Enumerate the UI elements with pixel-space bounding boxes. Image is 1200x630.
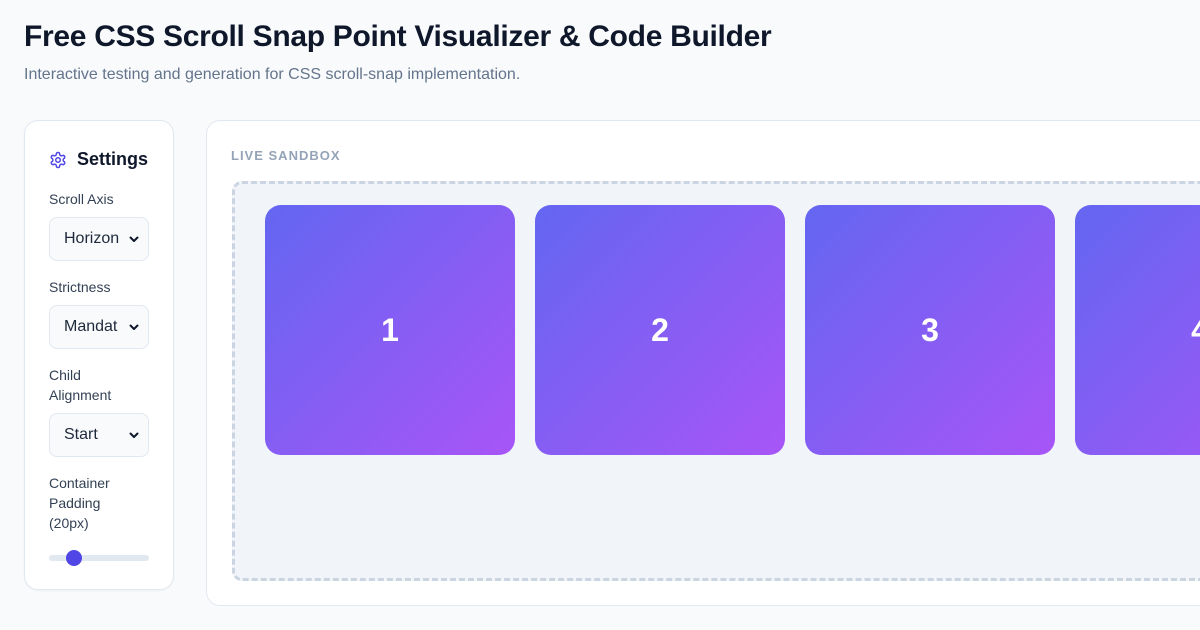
snap-card[interactable]: 2 (535, 205, 785, 455)
child-alignment-label-line2: Alignment (49, 387, 112, 403)
page: Free CSS Scroll Snap Point Visualizer & … (0, 0, 1200, 630)
chevron-down-icon (129, 324, 139, 330)
snap-scroll-container[interactable]: 1 2 3 4 (232, 181, 1200, 581)
settings-panel: Settings Scroll Axis Horizon Strictness … (24, 120, 174, 590)
page-title: Free CSS Scroll Snap Point Visualizer & … (24, 20, 772, 53)
child-alignment-value: Start (64, 426, 98, 443)
page-subtitle: Interactive testing and generation for C… (24, 66, 521, 83)
container-padding-slider[interactable] (49, 549, 149, 566)
strictness-select[interactable]: Mandat (49, 305, 149, 349)
scroll-axis-select[interactable]: Horizon (49, 217, 149, 261)
child-alignment-select[interactable]: Start (49, 413, 149, 457)
chevron-down-icon (129, 236, 139, 242)
scroll-axis-value: Horizon (64, 230, 120, 247)
scroll-axis-label: Scroll Axis (49, 191, 114, 207)
slider-track (49, 555, 149, 561)
sandbox-panel: LIVE SANDBOX 1 2 3 4 (206, 120, 1200, 606)
container-padding-label-line2: Padding (49, 495, 101, 511)
child-alignment-label-line1: Child (49, 367, 81, 383)
slider-thumb[interactable] (66, 550, 82, 566)
gear-icon (49, 151, 67, 169)
settings-title: Settings (77, 149, 149, 169)
container-padding-label-line1: Container (49, 475, 110, 491)
strictness-value: Mandat (64, 318, 118, 335)
settings-header: Settings (49, 149, 148, 170)
snap-card-number: 2 (651, 311, 669, 348)
snap-card-number: 4 (1191, 312, 1200, 349)
snap-card[interactable]: 4 (1075, 205, 1200, 455)
snap-card-number: 3 (921, 311, 939, 348)
snap-card[interactable]: 1 (265, 205, 515, 455)
container-padding-label-line3: (20px) (49, 515, 89, 531)
sandbox-label: LIVE SANDBOX (231, 148, 341, 163)
strictness-label: Strictness (49, 279, 111, 295)
child-alignment-label: Child Alignment (49, 365, 149, 405)
snap-card[interactable]: 3 (805, 205, 1055, 455)
chevron-down-icon (129, 432, 139, 438)
snap-card-number: 1 (381, 311, 399, 348)
container-padding-label: Container Padding (20px) (49, 473, 149, 533)
